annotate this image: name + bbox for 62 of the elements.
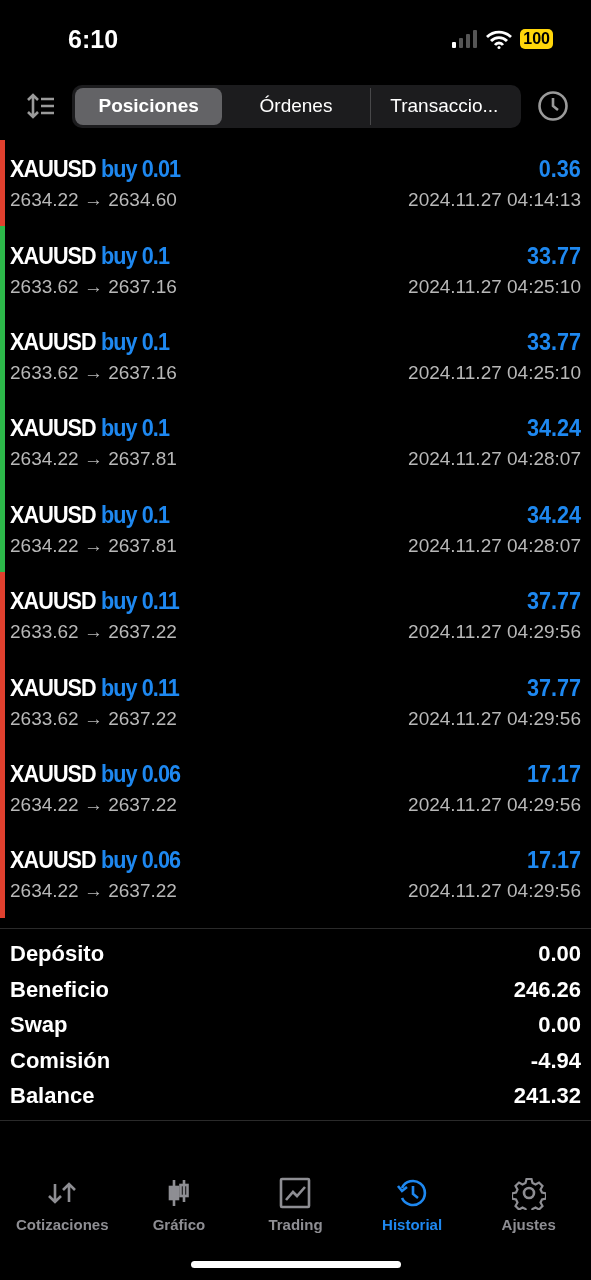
deal-title: XAUUSD buy 0.06: [10, 846, 181, 875]
summary-label: Comisión: [10, 1047, 111, 1074]
deal-profit: 34.24: [526, 414, 581, 443]
segment-tab[interactable]: Órdenes: [222, 87, 370, 125]
tab-bar-item[interactable]: Trading: [239, 1176, 352, 1233]
summary-value: 0.00: [538, 1012, 581, 1039]
summary-label: Balance: [10, 1083, 95, 1110]
deal-time: 2024.11.27 04:25:10: [408, 275, 581, 298]
tab-bar-item[interactable]: Historial: [356, 1176, 469, 1233]
deal-title: XAUUSD buy 0.1: [10, 414, 170, 443]
summary-value: 246.26: [513, 976, 581, 1003]
settings-icon: [511, 1176, 546, 1210]
summary-value: 0.00: [538, 941, 581, 968]
deal-prices: 2634.22 → 2634.60: [10, 189, 177, 212]
deal-profit: 37.77: [526, 587, 581, 616]
deal-title: XAUUSD buy 0.11: [10, 587, 179, 616]
clock-icon[interactable]: [537, 90, 569, 122]
deal-profit: 17.17: [526, 759, 581, 788]
deal-prices: 2633.62 → 2637.16: [10, 275, 177, 298]
deal-profit: 0.36: [538, 155, 581, 184]
deal-time: 2024.11.27 04:28:07: [408, 534, 581, 557]
deal-prices: 2633.62 → 2637.22: [10, 621, 177, 644]
tab-bar-item[interactable]: Ajustes: [472, 1176, 585, 1233]
deal-title: XAUUSD buy 0.1: [10, 327, 170, 356]
summary-label: Swap: [10, 1012, 68, 1039]
deal-prices: 2634.22 → 2637.22: [10, 793, 177, 816]
deal-time: 2024.11.27 04:14:13: [408, 189, 581, 212]
summary-value: 241.32: [513, 1083, 581, 1110]
deal-time: 2024.11.27 04:29:56: [408, 621, 581, 644]
deal-title: XAUUSD buy 0.06: [10, 759, 181, 788]
deal-title: XAUUSD buy 0.1: [10, 241, 170, 270]
summary-value: -4.94: [530, 1047, 581, 1074]
deal-time: 2024.11.27 04:29:56: [408, 793, 581, 816]
battery-level: 100: [520, 29, 553, 49]
deal-prices: 2634.22 → 2637.22: [10, 880, 177, 903]
deal-time: 2024.11.27 04:28:07: [408, 448, 581, 471]
tab-bar-item[interactable]: Cotizaciones: [6, 1176, 119, 1233]
line-chart-icon: [278, 1176, 313, 1210]
deal-profit: 33.77: [526, 241, 581, 270]
deal-prices: 2633.62 → 2637.16: [10, 361, 177, 384]
deal-time: 2024.11.27 04:29:56: [408, 707, 581, 730]
deal-title: XAUUSD buy 0.01: [10, 155, 181, 184]
signal-icon: [452, 30, 479, 48]
deal-prices: 2634.22 → 2637.81: [10, 534, 177, 557]
deal-time: 2024.11.27 04:25:10: [408, 361, 581, 384]
tab-bar-item[interactable]: Gráfico: [122, 1176, 235, 1233]
deal-time: 2024.11.27 04:29:56: [408, 880, 581, 903]
segment-tab[interactable]: Posiciones: [75, 87, 223, 125]
summary-label: Depósito: [10, 941, 105, 968]
deal-profit: 37.77: [526, 673, 581, 702]
deal-profit: 34.24: [526, 500, 581, 529]
deal-prices: 2633.62 → 2637.22: [10, 707, 177, 730]
summary-label: Beneficio: [10, 976, 110, 1003]
wifi-icon: [486, 29, 513, 49]
sort-icon[interactable]: [26, 93, 56, 119]
deal-profit: 33.77: [526, 327, 581, 356]
deal-title: XAUUSD buy 0.11: [10, 673, 179, 702]
deal-profit: 17.17: [526, 846, 581, 875]
deal-title: XAUUSD buy 0.1: [10, 500, 170, 529]
segment-tab[interactable]: Transaccio...: [369, 87, 518, 125]
status-time: 6:10: [68, 24, 119, 54]
deal-prices: 2634.22 → 2637.81: [10, 448, 177, 471]
